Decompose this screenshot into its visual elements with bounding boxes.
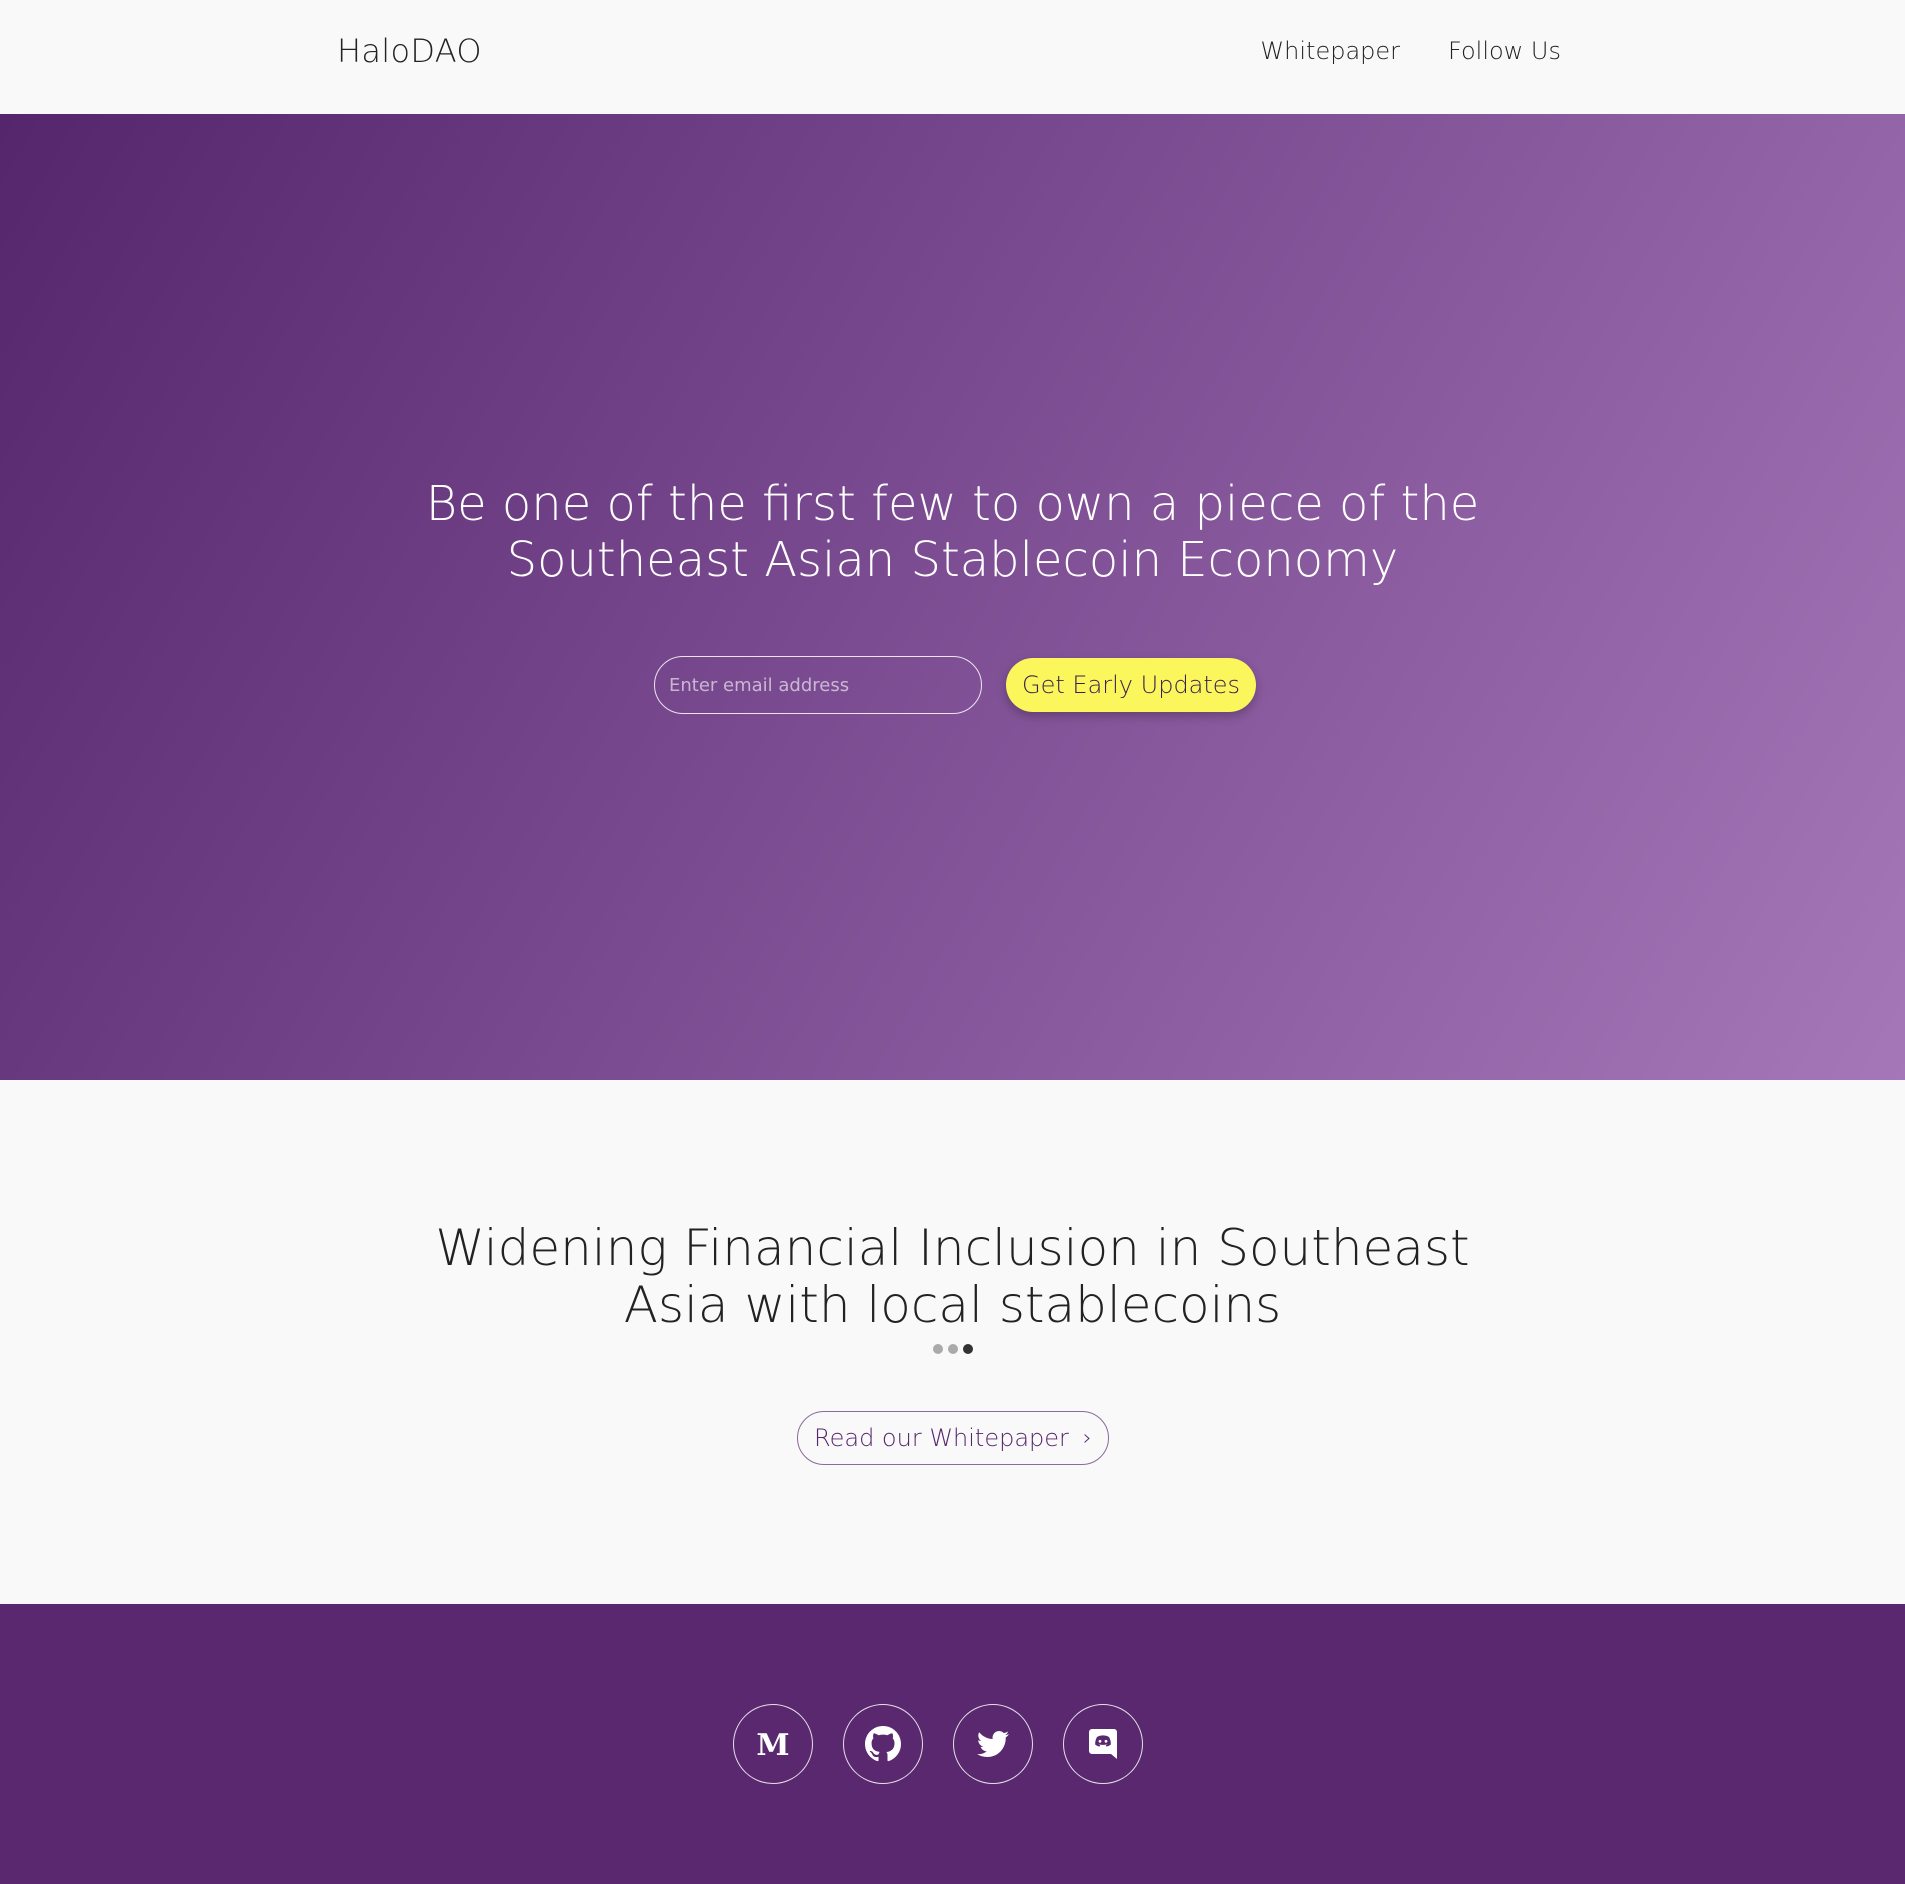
chevron-right-icon: › [1082, 1425, 1092, 1451]
medium-icon: M [756, 1728, 789, 1761]
signup-form: Get Early Updates [654, 656, 1257, 714]
carousel-dot-2[interactable] [947, 1344, 958, 1354]
carousel-dot-1[interactable] [932, 1344, 943, 1354]
discord-link[interactable] [1063, 1704, 1143, 1784]
read-whitepaper-button[interactable]: Read our Whitepaper › [797, 1411, 1109, 1465]
logo[interactable]: HaloDAO [337, 32, 482, 70]
read-whitepaper-label: Read our Whitepaper [814, 1424, 1069, 1452]
site-footer: M [0, 1604, 1905, 1884]
get-early-updates-button[interactable]: Get Early Updates [1006, 658, 1257, 712]
mission-title: Widening Financial Inclusion in Southeas… [0, 1220, 1905, 1334]
hero-section: Be one of the first few to own a piece o… [0, 114, 1905, 1080]
mission-title-line-1: Widening Financial Inclusion in Southeas… [435, 1219, 1470, 1277]
hero-title-line-2: Southeast Asian Stablecoin Economy [506, 532, 1399, 588]
carousel-dot-3[interactable] [962, 1344, 973, 1354]
svg-text:M: M [756, 1728, 789, 1761]
discord-icon [1089, 1729, 1117, 1759]
twitter-icon [977, 1731, 1009, 1758]
site-header: HaloDAO Whitepaper Follow Us [0, 0, 1905, 114]
hero-title-line-1: Be one of the first few to own a piece o… [425, 476, 1480, 532]
nav-whitepaper-link[interactable]: Whitepaper [1260, 37, 1400, 65]
social-links: M [733, 1704, 1143, 1784]
mission-title-line-2: Asia with local stablecoins [623, 1276, 1282, 1334]
nav-follow-us-link[interactable]: Follow Us [1448, 37, 1561, 65]
mission-section: Widening Financial Inclusion in Southeas… [0, 1080, 1905, 1604]
medium-link[interactable]: M [733, 1704, 813, 1784]
main-nav: Whitepaper Follow Us [1260, 37, 1561, 65]
carousel-dots [0, 1344, 1905, 1354]
email-input[interactable] [654, 656, 982, 714]
twitter-link[interactable] [953, 1704, 1033, 1784]
github-icon [865, 1726, 901, 1762]
hero-title: Be one of the first few to own a piece o… [0, 476, 1905, 588]
github-link[interactable] [843, 1704, 923, 1784]
